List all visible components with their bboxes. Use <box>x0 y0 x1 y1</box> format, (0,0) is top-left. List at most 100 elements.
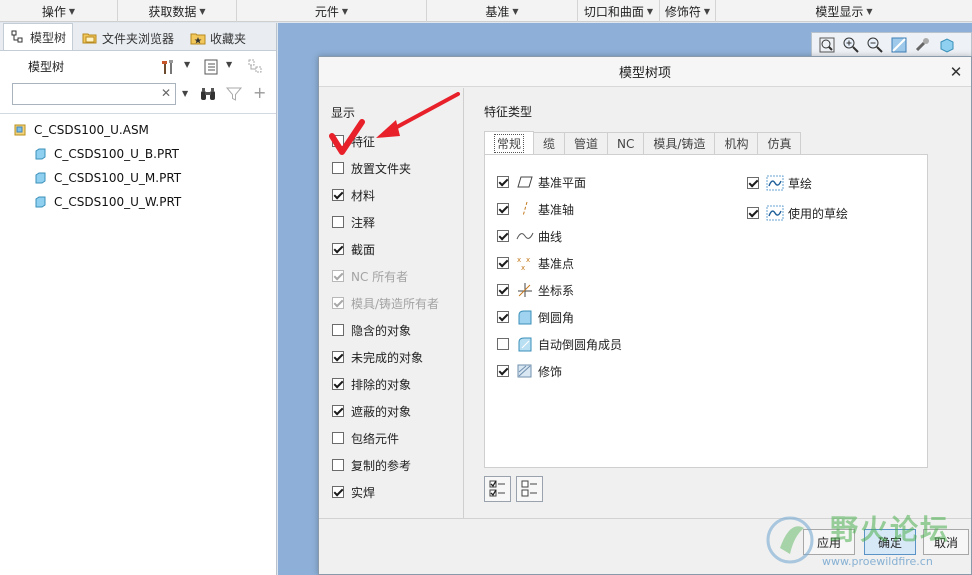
feature-type-label: 修饰 <box>538 364 563 379</box>
display-option-row[interactable]: 排除的对象 <box>332 375 411 393</box>
apply-button[interactable]: 应用 <box>803 529 855 555</box>
chevron-down-icon[interactable]: ▼ <box>182 89 188 98</box>
tab-folder-browser[interactable]: 文件夹浏览器 <box>75 25 181 50</box>
tab-mold-casting[interactable]: 模具/铸造 <box>644 132 716 155</box>
feature-type-checkbox[interactable] <box>747 207 759 219</box>
tree-item-part[interactable]: C_CSDS100_U_M.PRT <box>0 166 276 190</box>
display-option-row[interactable]: 遮蔽的对象 <box>332 402 411 420</box>
feature-type-checkbox[interactable] <box>497 230 509 242</box>
clear-icon[interactable]: ✕ <box>161 86 171 100</box>
feature-type-checkbox[interactable] <box>497 176 509 188</box>
display-option-row[interactable]: 隐含的对象 <box>332 321 411 339</box>
display-option-checkbox[interactable] <box>332 135 344 147</box>
display-option-row[interactable]: 材料 <box>332 186 375 204</box>
display-option-checkbox[interactable] <box>332 378 344 390</box>
display-option-row[interactable]: 注释 <box>332 213 375 231</box>
tree-item-assembly[interactable]: C_CSDS100_U.ASM <box>0 118 276 142</box>
repaint-icon[interactable] <box>890 36 908 54</box>
tab-nc[interactable]: NC <box>608 132 645 155</box>
ribbon-group-get-data[interactable]: 获取数据 ▼ <box>118 0 237 22</box>
ok-button[interactable]: 确定 <box>864 529 916 555</box>
tab-cabling[interactable]: 缆 <box>534 132 566 155</box>
display-option-checkbox[interactable] <box>332 189 344 201</box>
feature-type-checkbox[interactable] <box>497 338 509 350</box>
display-option-checkbox[interactable] <box>332 216 344 228</box>
display-option-row[interactable]: 复制的参考 <box>332 456 411 474</box>
zoom-in-icon[interactable] <box>842 36 860 54</box>
ribbon-group-component[interactable]: 元件 ▼ <box>237 0 427 22</box>
ribbon-group-datum[interactable]: 基准 ▼ <box>427 0 578 22</box>
tree-item-part[interactable]: C_CSDS100_U_B.PRT <box>0 142 276 166</box>
tab-simulation[interactable]: 仿真 <box>758 132 802 155</box>
tab-mechanism[interactable]: 机构 <box>715 132 759 155</box>
close-icon[interactable]: ✕ <box>947 63 965 81</box>
coordinate-system-icon <box>516 282 534 298</box>
refit-icon[interactable] <box>818 36 836 54</box>
ribbon-group-modifiers[interactable]: 修饰符 ▼ <box>660 0 716 22</box>
display-option-row: 模具/铸造所有者 <box>332 294 439 312</box>
filter-icon[interactable] <box>225 85 243 103</box>
settings-tools-icon[interactable] <box>160 58 178 76</box>
feature-type-row[interactable]: x x x 基准点 <box>497 254 574 272</box>
spin-center-icon[interactable] <box>914 36 932 54</box>
display-option-checkbox[interactable] <box>332 243 344 255</box>
show-list-icon[interactable] <box>202 58 220 76</box>
chevron-down-icon[interactable]: ▼ <box>226 60 232 69</box>
search-input[interactable]: ✕ <box>12 83 176 105</box>
ribbon-group-cut-surface[interactable]: 切口和曲面 ▼ <box>578 0 660 22</box>
add-icon[interactable]: + <box>253 83 266 102</box>
model-tree-icon <box>11 30 23 43</box>
display-option-row[interactable]: 未完成的对象 <box>332 348 423 366</box>
zoom-out-icon[interactable] <box>866 36 884 54</box>
tab-favorites[interactable]: 收藏夹 <box>183 25 253 50</box>
ribbon-group-operations[interactable]: 操作 ▼ <box>0 0 118 22</box>
display-option-row[interactable]: 实焊 <box>332 483 375 501</box>
display-option-checkbox[interactable] <box>332 324 344 336</box>
feature-type-row[interactable]: 使用的草绘 <box>747 204 848 222</box>
tab-model-tree[interactable]: 模型树 <box>3 23 74 50</box>
chevron-down-icon[interactable]: ▼ <box>184 60 190 69</box>
deselect-all-button[interactable] <box>516 476 543 502</box>
feature-type-row[interactable]: 自动倒圆角成员 <box>497 335 622 353</box>
cancel-button[interactable]: 取消 <box>923 529 969 555</box>
display-option-row[interactable]: 特征 <box>332 132 375 150</box>
display-style-icon[interactable] <box>938 36 956 54</box>
tab-label: 收藏夹 <box>210 31 247 46</box>
model-tree-items-dialog: 模型树项 ✕ 显示 特征 放置文件夹 材料 注释 截面 NC 所有者 模具/铸造所有者 隐含的… <box>318 56 972 575</box>
feature-type-row[interactable]: 草绘 <box>747 174 812 192</box>
display-option-checkbox[interactable] <box>332 405 344 417</box>
feature-type-row[interactable]: 曲线 <box>497 227 562 245</box>
display-option-checkbox[interactable] <box>332 162 344 174</box>
feature-type-row[interactable]: 修饰 <box>497 362 562 380</box>
ribbon-group-model-display[interactable]: 模型显示 ▼ <box>716 0 972 22</box>
feature-type-row[interactable]: 倒圆角 <box>497 308 574 326</box>
chevron-down-icon: ▼ <box>341 6 349 16</box>
feature-type-row[interactable]: 坐标系 <box>497 281 574 299</box>
feature-type-checkbox[interactable] <box>747 177 759 189</box>
select-all-button[interactable] <box>484 476 511 502</box>
feature-type-checkbox[interactable] <box>497 257 509 269</box>
feature-type-row[interactable]: 基准平面 <box>497 173 586 191</box>
display-option-checkbox[interactable] <box>332 432 344 444</box>
feature-type-tabs: 常规 缆 管道 NC 模具/铸造 机构 仿真 <box>484 131 802 155</box>
display-option-checkbox[interactable] <box>332 486 344 498</box>
feature-type-checkbox[interactable] <box>497 203 509 215</box>
display-option-row[interactable]: 包络元件 <box>332 429 399 447</box>
tab-label: 缆 <box>543 137 556 151</box>
display-option-row[interactable]: 放置文件夹 <box>332 159 411 177</box>
display-option-checkbox[interactable] <box>332 459 344 471</box>
tree-item-part[interactable]: C_CSDS100_U_W.PRT <box>0 190 276 214</box>
feature-type-checkbox[interactable] <box>497 311 509 323</box>
tab-general[interactable]: 常规 <box>484 131 535 155</box>
feature-type-checkbox[interactable] <box>497 365 509 377</box>
display-options: 显示 特征 放置文件夹 材料 注释 截面 NC 所有者 模具/铸造所有者 隐含的对象 未完成的对… <box>319 88 464 518</box>
tree-item-label: C_CSDS100_U.ASM <box>34 123 149 137</box>
svg-text:x: x <box>517 256 521 264</box>
display-option-row[interactable]: 截面 <box>332 240 375 258</box>
display-option-checkbox[interactable] <box>332 351 344 363</box>
ribbon-group-label: 元件 <box>314 4 339 19</box>
feature-type-checkbox[interactable] <box>497 284 509 296</box>
binoculars-find-icon[interactable] <box>199 85 217 103</box>
feature-type-row[interactable]: 基准轴 <box>497 200 574 218</box>
tab-piping[interactable]: 管道 <box>565 132 609 155</box>
